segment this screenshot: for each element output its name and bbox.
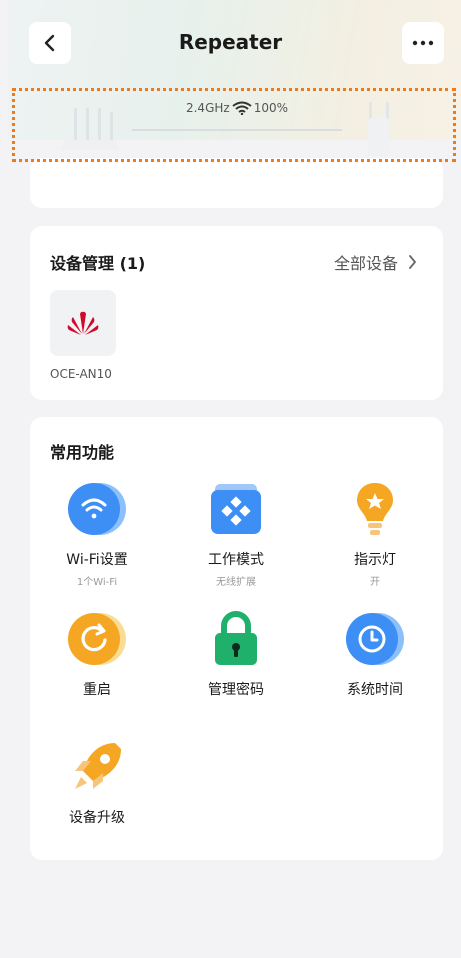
firmware-upgrade-item[interactable]: 设备升级 [37, 737, 157, 827]
reboot-icon [68, 613, 126, 665]
work-mode-icon [211, 484, 261, 534]
all-devices-label: 全部设备 [333, 254, 398, 273]
work-mode-sub: 无线扩展 [216, 577, 256, 588]
page-title: Repeater [178, 30, 283, 54]
light-bulb-icon [357, 483, 393, 535]
indicator-light-label: 指示灯 [354, 552, 396, 568]
indicator-light-item[interactable]: 指示灯 开 [315, 479, 435, 588]
chevron-right-icon [409, 255, 417, 269]
header: Repeater [0, 0, 461, 86]
functions-title: 常用功能 [50, 443, 115, 462]
functions-card: 常用功能 Wi-Fi设置 1个Wi-Fi 工作模式 无线扩展 指示灯 开 重启 … [30, 417, 443, 860]
more-button[interactable] [402, 22, 444, 64]
topology-card [30, 158, 443, 208]
rocket-icon [75, 743, 121, 789]
wifi-settings-icon [68, 483, 126, 535]
system-time-item[interactable]: 系统时间 [315, 609, 435, 699]
work-mode-label: 工作模式 [208, 552, 264, 568]
wifi-settings-item[interactable]: Wi-Fi设置 1个Wi-Fi [37, 479, 157, 588]
highlight-box [12, 88, 456, 162]
system-time-label: 系统时间 [347, 682, 403, 698]
huawei-logo-icon [67, 311, 99, 335]
admin-password-item[interactable]: 管理密码 [176, 609, 296, 699]
device-management-card: 设备管理 (1) 全部设备 OCE-AN10 [30, 226, 443, 400]
indicator-light-sub: 开 [370, 577, 380, 588]
admin-password-label: 管理密码 [208, 682, 264, 698]
work-mode-item[interactable]: 工作模式 无线扩展 [176, 479, 296, 588]
more-dots-icon [412, 40, 434, 46]
device-name: OCE-AN10 [50, 367, 112, 381]
clock-icon [346, 613, 404, 665]
reboot-label: 重启 [83, 682, 111, 698]
wifi-settings-sub: 1个Wi-Fi [76, 577, 118, 588]
firmware-upgrade-label: 设备升级 [69, 810, 125, 826]
lock-icon [215, 611, 257, 665]
reboot-item[interactable]: 重启 [37, 609, 157, 699]
all-devices-link[interactable]: 全部设备 [334, 250, 417, 274]
wifi-settings-label: Wi-Fi设置 [66, 552, 128, 568]
device-thumbnail[interactable] [50, 290, 116, 356]
device-management-title: 设备管理 (1) [50, 254, 146, 273]
